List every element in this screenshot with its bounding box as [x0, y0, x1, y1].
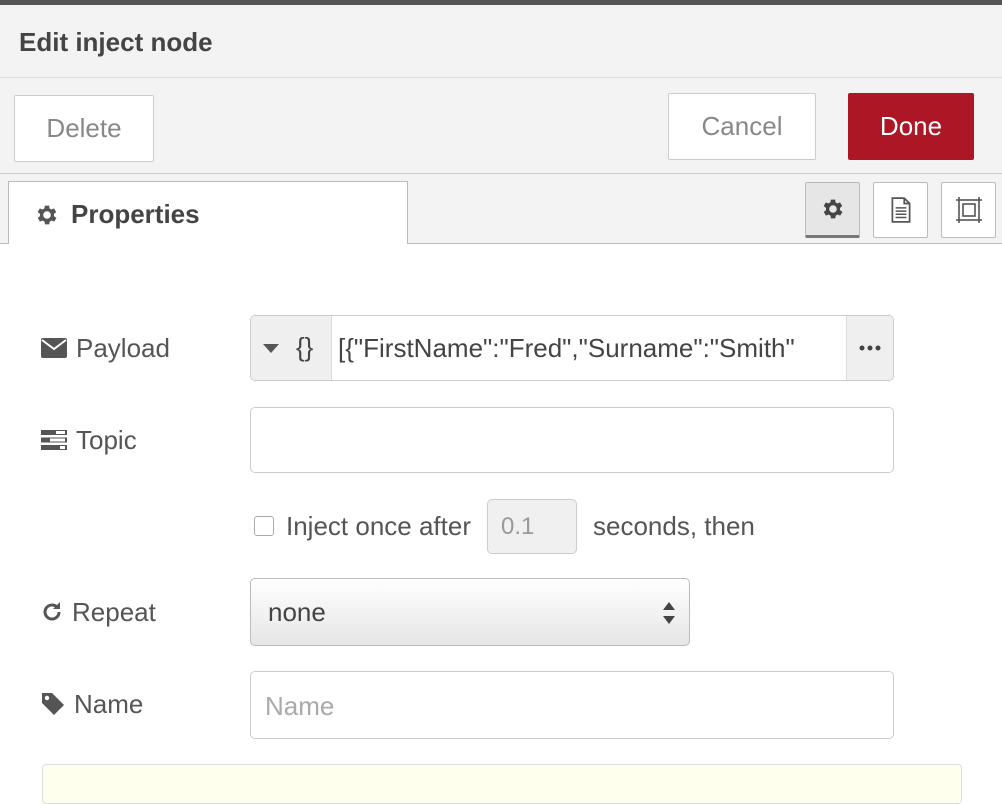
payload-label-text: Payload: [76, 332, 170, 363]
payload-expand-button[interactable]: [846, 316, 893, 380]
info-tip-box: [42, 764, 962, 804]
topic-input[interactable]: [250, 407, 894, 473]
name-placeholder: Name: [265, 691, 335, 721]
dialog-title-bar: Edit inject node: [0, 5, 1002, 78]
tab-properties-label: Properties: [71, 199, 200, 229]
node-appearance-tab-button[interactable]: [941, 182, 996, 238]
inject-delay-input[interactable]: 0.1: [487, 498, 577, 554]
repeat-label-text: Repeat: [72, 596, 156, 627]
inject-once-checkbox[interactable]: [254, 516, 274, 536]
document-icon: [891, 197, 910, 223]
node-settings-tab-button[interactable]: [805, 182, 860, 238]
ellipsis-icon: [859, 345, 881, 351]
tag-icon: [42, 693, 64, 715]
dialog-title: Edit inject node: [19, 27, 213, 57]
caret-down-icon: [263, 344, 279, 353]
repeat-select[interactable]: none: [250, 578, 690, 646]
name-label: Name: [40, 689, 143, 719]
payload-label: Payload: [40, 333, 170, 363]
repeat-label: Repeat: [40, 597, 156, 627]
dialog-toolbar: Delete Cancel Done: [0, 78, 1002, 174]
inject-delay-suffix: seconds, then: [593, 510, 755, 541]
refresh-icon: [43, 602, 61, 621]
topic-label-text: Topic: [76, 424, 137, 455]
payload-value[interactable]: [{"FirstName":"Fred","Surname":"Smith": [338, 333, 846, 364]
select-arrows-icon: [663, 602, 675, 624]
inject-once-label: Inject once after: [286, 510, 471, 541]
inject-once-row: Inject once after 0.1 seconds, then: [254, 498, 755, 554]
repeat-select-value: none: [268, 597, 326, 627]
json-type-icon: {}: [296, 332, 314, 362]
envelope-icon: [41, 338, 67, 358]
gear-icon: [823, 199, 842, 219]
appearance-icon: [955, 197, 982, 223]
payload-input[interactable]: {} [{"FirstName":"Fred","Surname":"Smith…: [250, 315, 894, 381]
properties-form: Payload {} [{"FirstName":"Fred","Surname…: [0, 244, 1002, 804]
cancel-button[interactable]: Cancel: [668, 93, 816, 160]
tab-properties[interactable]: Properties: [8, 181, 408, 244]
payload-type-selector[interactable]: {}: [251, 316, 332, 380]
gear-icon: [37, 205, 57, 225]
name-label-text: Name: [74, 688, 144, 719]
tab-bar: Properties: [0, 174, 1002, 244]
name-input[interactable]: Name: [250, 671, 894, 739]
topic-label: Topic: [40, 425, 137, 455]
tasks-icon: [41, 430, 67, 450]
delete-button[interactable]: Delete: [14, 95, 154, 162]
node-description-tab-button[interactable]: [873, 182, 928, 238]
done-button[interactable]: Done: [848, 93, 974, 160]
